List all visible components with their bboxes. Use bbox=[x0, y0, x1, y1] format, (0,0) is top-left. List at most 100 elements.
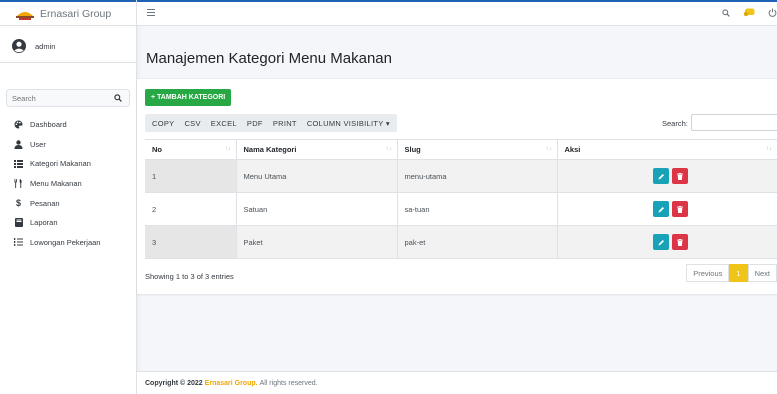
footer-copyright: Copyright © 2022 bbox=[145, 379, 203, 387]
user-icon bbox=[13, 139, 24, 149]
footer-brand-link[interactable]: Ernasari Group. bbox=[205, 380, 258, 387]
delete-button[interactable] bbox=[672, 201, 689, 217]
brand-logo-icon bbox=[16, 7, 34, 21]
cell-aksi bbox=[556, 192, 777, 226]
cell-slug: sa-tuan bbox=[396, 192, 557, 226]
sidebar-item-pesanan[interactable]: $ Pesanan bbox=[0, 193, 136, 213]
copy-button[interactable]: COPY bbox=[147, 119, 179, 128]
sidebar-item-laporan[interactable]: Laporan bbox=[0, 213, 136, 233]
power-icon[interactable] bbox=[768, 8, 777, 17]
sort-icon: ↑↓ bbox=[766, 146, 772, 152]
cell-aksi bbox=[556, 159, 777, 193]
pencil-icon bbox=[658, 239, 664, 245]
user-avatar-icon bbox=[12, 39, 26, 53]
edit-button[interactable] bbox=[653, 168, 670, 184]
trash-icon bbox=[677, 205, 684, 213]
utensils-icon bbox=[13, 179, 24, 189]
list-ol-icon bbox=[13, 237, 24, 247]
table-info: Showing 1 to 3 of 3 entries bbox=[145, 272, 234, 281]
table-row: 2 Satuan sa-tuan bbox=[145, 192, 777, 226]
edit-button[interactable] bbox=[653, 201, 670, 217]
notifications-icon[interactable] bbox=[743, 8, 755, 17]
footer: Copyright © 2022 Ernasari Group. All rig… bbox=[137, 371, 777, 394]
user-name: admin bbox=[35, 41, 56, 51]
sidebar-item-label: Dashboard bbox=[30, 120, 67, 130]
page-button[interactable]: 1 bbox=[729, 264, 748, 282]
brand-name: Ernasari Group bbox=[40, 7, 112, 20]
column-header-label: Aksi bbox=[564, 145, 581, 154]
sidebar-item-label: User bbox=[30, 139, 46, 149]
print-button[interactable]: PRINT bbox=[268, 119, 302, 128]
column-header-aksi[interactable]: Aksi ↑↓ bbox=[556, 139, 777, 160]
sidebar-item-label: Kategori Makanan bbox=[30, 159, 91, 169]
sidebar-item-lowongan-pekerjaan[interactable]: Lowongan Pekerjaan bbox=[0, 233, 136, 253]
pencil-icon bbox=[658, 173, 664, 179]
cell-no: 3 bbox=[145, 225, 236, 259]
table-header-row: No ↑↓ Nama Kategori ↑↓ Slug ↑↓ Aksi ↑↓ bbox=[145, 139, 777, 160]
column-header-slug[interactable]: Slug ↑↓ bbox=[396, 139, 557, 160]
kategori-card: + TAMBAH KATEGORI COPY CSV EXCEL PDF PRI… bbox=[137, 78, 777, 294]
search-icon[interactable] bbox=[722, 8, 730, 17]
column-header-label: Slug bbox=[404, 145, 421, 154]
list-icon bbox=[13, 159, 24, 169]
top-navbar bbox=[137, 0, 777, 26]
table-search-input[interactable] bbox=[691, 114, 777, 131]
navbar-actions bbox=[709, 8, 777, 17]
column-header-label: Nama Kategori bbox=[243, 145, 297, 154]
user-panel[interactable]: admin bbox=[0, 30, 136, 63]
brand-link[interactable]: Ernasari Group bbox=[0, 0, 136, 26]
cell-nama-kategori: Menu Utama bbox=[235, 159, 397, 193]
sort-icon: ↑↓ bbox=[385, 146, 392, 152]
kategori-table: No ↑↓ Nama Kategori ↑↓ Slug ↑↓ Aksi ↑↓ 1 Men… bbox=[145, 139, 777, 259]
sidebar-item-user[interactable]: User bbox=[0, 135, 136, 155]
sidebar: Ernasari Group admin Dashboard bbox=[0, 0, 137, 394]
sidebar-nav: Dashboard User Kategori Makanan Menu Mak… bbox=[0, 115, 136, 252]
sidebar-item-dashboard[interactable]: Dashboard bbox=[0, 115, 136, 135]
cell-nama-kategori: Paket bbox=[235, 225, 397, 259]
book-icon bbox=[13, 218, 24, 228]
table-row: 1 Menu Utama menu-utama bbox=[145, 159, 777, 193]
pagination: Previous 1 Next bbox=[686, 264, 777, 282]
sidebar-item-label: Menu Makanan bbox=[30, 179, 82, 189]
search-icon bbox=[114, 94, 122, 102]
footer-rights: All rights reserved. bbox=[259, 379, 318, 387]
edit-button[interactable] bbox=[653, 234, 670, 250]
sidebar-item-menu-makanan[interactable]: Menu Makanan bbox=[0, 174, 136, 194]
delete-button[interactable] bbox=[672, 234, 689, 250]
column-header-no[interactable]: No ↑↓ bbox=[145, 139, 236, 160]
cell-no: 2 bbox=[145, 192, 236, 226]
dollar-icon: $ bbox=[15, 198, 21, 209]
csv-button[interactable]: CSV bbox=[179, 119, 205, 128]
menu-toggle-icon[interactable] bbox=[147, 9, 155, 18]
add-category-button[interactable]: + TAMBAH KATEGORI bbox=[145, 89, 232, 106]
table-row: 3 Paket pak-et bbox=[145, 225, 777, 259]
sort-icon: ↑↓ bbox=[545, 146, 552, 152]
previous-page-button[interactable]: Previous bbox=[686, 264, 730, 282]
cell-slug: menu-utama bbox=[396, 159, 557, 193]
sidebar-item-label: Lowongan Pekerjaan bbox=[30, 237, 101, 247]
cell-no: 1 bbox=[145, 159, 236, 193]
sidebar-item-label: Pesanan bbox=[30, 198, 60, 208]
sidebar-item-kategori-makanan[interactable]: Kategori Makanan bbox=[0, 154, 136, 174]
sort-asc-icon: ↑↓ bbox=[224, 146, 231, 152]
excel-button[interactable]: EXCEL bbox=[206, 119, 242, 128]
palette-icon bbox=[13, 120, 24, 130]
column-header-nama-kategori[interactable]: Nama Kategori ↑↓ bbox=[235, 139, 397, 160]
sidebar-search-input[interactable] bbox=[7, 90, 107, 106]
delete-button[interactable] bbox=[672, 168, 689, 184]
column-visibility-button[interactable]: COLUMN VISIBILITY ▾ bbox=[302, 119, 395, 128]
pencil-icon bbox=[658, 206, 664, 212]
sidebar-search-button[interactable] bbox=[107, 90, 129, 106]
next-page-button[interactable]: Next bbox=[747, 264, 777, 282]
trash-icon bbox=[677, 172, 684, 180]
page-title: Manajemen Kategori Menu Makanan bbox=[146, 50, 392, 67]
table-search-label: Search: bbox=[662, 119, 688, 128]
cell-aksi bbox=[556, 225, 777, 259]
trash-icon bbox=[677, 238, 684, 246]
sidebar-search bbox=[6, 89, 130, 107]
cell-slug: pak-et bbox=[396, 225, 557, 259]
column-header-label: No bbox=[152, 145, 162, 154]
cell-nama-kategori: Satuan bbox=[235, 192, 397, 226]
export-button-group: COPY CSV EXCEL PDF PRINT COLUMN VISIBILI… bbox=[145, 114, 397, 132]
pdf-button[interactable]: PDF bbox=[242, 119, 268, 128]
